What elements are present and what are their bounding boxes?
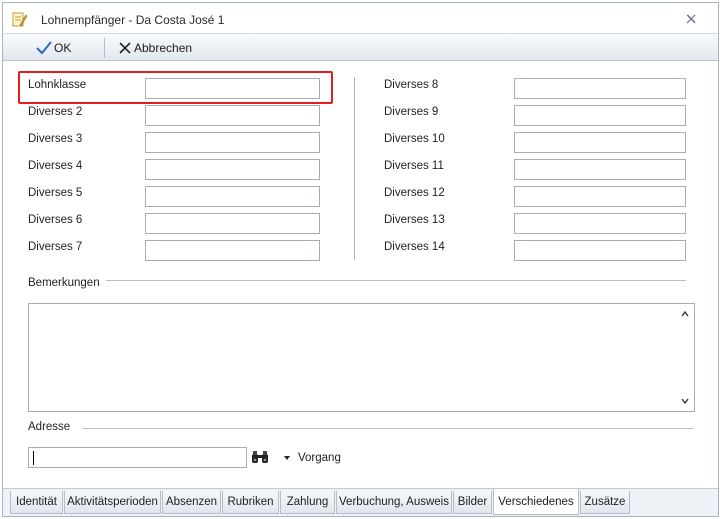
diverses-13-field[interactable] (514, 213, 686, 234)
field-label-diverses-13: Diverses 13 (384, 214, 445, 226)
diverses-5-field[interactable] (145, 186, 320, 207)
field-label-diverses-6: Diverses 6 (28, 214, 83, 226)
tab-label: Identität (16, 496, 57, 508)
cancel-button-label: Abbrechen (134, 41, 193, 55)
field-label-diverses-11: Diverses 11 (384, 160, 444, 172)
diverses-8-field[interactable] (514, 78, 686, 99)
x-icon (119, 42, 131, 54)
triangle-down-icon (284, 456, 290, 460)
field-label-diverses-7: Diverses 7 (28, 241, 83, 253)
binoculars-icon[interactable] (251, 450, 269, 464)
diverses-12-field[interactable] (514, 186, 686, 207)
tab-strip: Identität Aktivitätsperioden Absenzen Ru… (3, 488, 718, 516)
title-bar: Lohnempfänger - Da Costa José 1 (3, 3, 718, 33)
close-icon[interactable] (683, 11, 699, 27)
tab-verbuchung-ausweis[interactable]: Verbuchung, Ausweis (336, 491, 452, 514)
toolbar: OK Abbrechen (3, 33, 718, 61)
tab-zahlung[interactable]: Zahlung (280, 491, 335, 514)
diverses-11-field[interactable] (514, 159, 686, 180)
field-label-diverses-12: Diverses 12 (384, 187, 445, 199)
field-label-diverses-5: Diverses 5 (28, 187, 83, 199)
tab-label: Rubriken (227, 496, 274, 508)
address-label: Adresse (28, 421, 75, 433)
diverses-3-field[interactable] (145, 132, 320, 153)
toolbar-separator (104, 38, 105, 58)
chevron-up-icon[interactable] (680, 309, 690, 319)
address-input[interactable] (28, 447, 247, 468)
dialog-window: Lohnempfänger - Da Costa José 1 OK Abbre… (2, 2, 719, 517)
ok-button-label: OK (54, 41, 72, 55)
tab-absenzen[interactable]: Absenzen (162, 491, 221, 514)
cancel-button[interactable]: Abbrechen (118, 37, 192, 59)
tab-zusaetze[interactable]: Zusätze (580, 491, 630, 514)
tab-identitaet[interactable]: Identität (10, 491, 63, 514)
diverses-6-field[interactable] (145, 213, 320, 234)
tab-label: Verschiedenes (498, 495, 574, 508)
column-divider (354, 77, 355, 260)
vorgang-label: Vorgang (298, 452, 341, 464)
ok-button[interactable]: OK (36, 37, 71, 59)
remarks-scrollbar[interactable] (677, 304, 694, 411)
remarks-separator (106, 280, 686, 281)
tab-label: Zahlung (286, 496, 329, 508)
lohnklasse-field[interactable] (145, 78, 320, 99)
field-label-diverses-2: Diverses 2 (28, 106, 83, 118)
field-label-diverses-3: Diverses 3 (28, 133, 83, 145)
field-label-diverses-10: Diverses 10 (384, 133, 445, 145)
field-label-diverses-8: Diverses 8 (384, 79, 439, 91)
chevron-down-icon[interactable] (680, 396, 690, 406)
window-title: Lohnempfänger - Da Costa José 1 (41, 13, 225, 27)
tab-rubriken[interactable]: Rubriken (222, 491, 279, 514)
document-edit-icon (12, 12, 27, 27)
field-label-diverses-14: Diverses 14 (384, 241, 445, 253)
tab-label: Aktivitätsperioden (67, 496, 158, 508)
tab-label: Zusätze (584, 496, 626, 508)
field-label-diverses-4: Diverses 4 (28, 160, 83, 172)
field-label-lohnklasse: Lohnklasse (28, 79, 87, 91)
tab-label: Bilder (457, 496, 488, 508)
diverses-14-field[interactable] (514, 240, 686, 261)
vorgang-dropdown[interactable]: Vorgang (284, 452, 341, 464)
diverses-2-field[interactable] (145, 105, 320, 126)
tab-verschiedenes[interactable]: Verschiedenes (493, 489, 579, 515)
checkmark-icon (36, 41, 52, 55)
remarks-textarea[interactable] (28, 303, 695, 412)
address-separator (82, 428, 694, 429)
text-caret (33, 451, 34, 465)
diverses-9-field[interactable] (514, 105, 686, 126)
tab-bilder[interactable]: Bilder (453, 491, 492, 514)
field-label-diverses-9: Diverses 9 (384, 106, 439, 118)
diverses-7-field[interactable] (145, 240, 320, 261)
diverses-4-field[interactable] (145, 159, 320, 180)
tab-aktivitaetsperioden[interactable]: Aktivitätsperioden (64, 491, 161, 514)
remarks-label: Bemerkungen (28, 277, 104, 289)
diverses-10-field[interactable] (514, 132, 686, 153)
tab-label: Verbuchung, Ausweis (339, 496, 449, 508)
tab-label: Absenzen (165, 496, 218, 508)
